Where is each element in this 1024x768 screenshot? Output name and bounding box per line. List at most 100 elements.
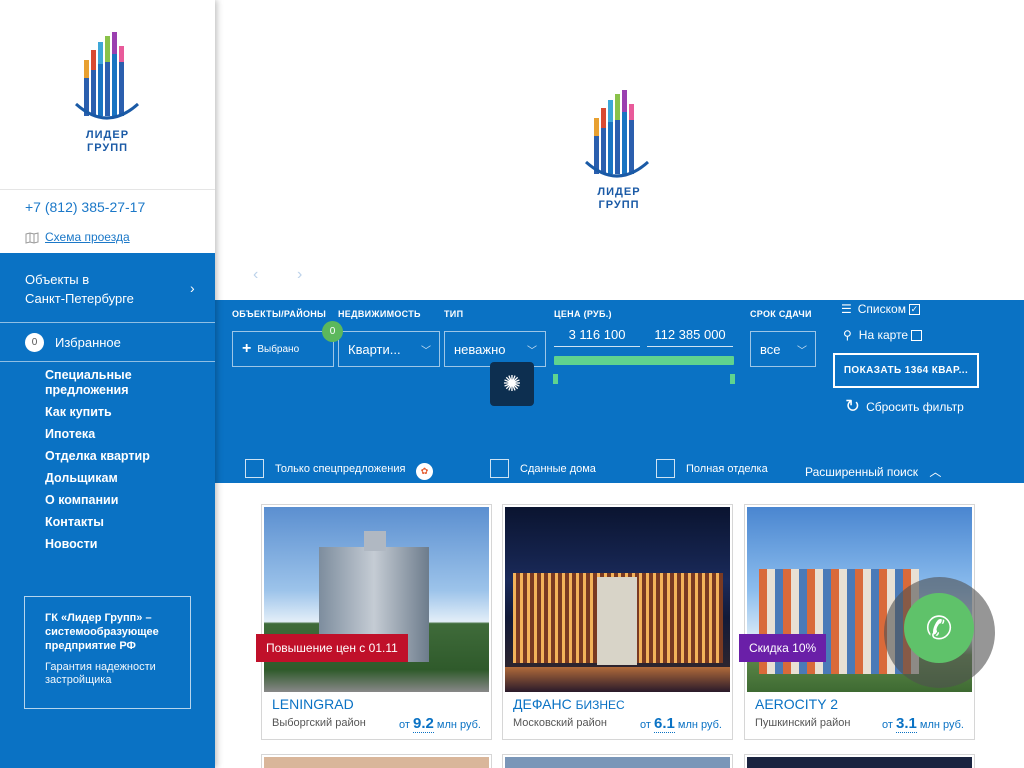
route-map-link[interactable]: Схема проезда: [25, 230, 130, 244]
menu-item-news[interactable]: Новости: [45, 537, 155, 552]
built-label[interactable]: Сданные дома: [520, 463, 596, 475]
objects-line1: Объекты в: [25, 272, 90, 287]
favorites-label: Избранное: [55, 335, 121, 350]
chevron-down-icon: ﹀: [527, 346, 537, 357]
sidebar: ЛИДЕР ГРУПП +7 (812) 385-27-17 Схема про…: [0, 0, 215, 768]
view-map-option[interactable]: ⚲ На карте: [843, 328, 923, 342]
search-filter-panel: ОБЪЕКТЫ/РАЙОНЫ НЕДВИЖИМОСТЬ ТИП ЦЕНА (РУ…: [215, 300, 1024, 483]
reset-filter-button[interactable]: ↻ Сбросить фильтр: [845, 396, 964, 417]
project-price: от 6.1 млн руб.: [640, 715, 722, 733]
project-district: Выборгский район: [272, 717, 366, 729]
deadline-select[interactable]: все ﹀: [750, 331, 816, 367]
price-slider-handle-min[interactable]: [553, 374, 558, 384]
project-title-suffix: БИЗНЕС: [575, 698, 625, 712]
phone-link[interactable]: +7 (812) 385-27-17: [25, 199, 145, 215]
menu-item-contacts[interactable]: Контакты: [45, 515, 155, 530]
price-slider-handle-max[interactable]: [730, 374, 735, 384]
advanced-search-toggle[interactable]: Расширенный поиск ︿: [805, 463, 941, 480]
label-realty: НЕДВИЖИМОСТЬ: [338, 309, 421, 319]
menu-item-shareholders[interactable]: Дольщикам: [45, 471, 155, 486]
price-unit: млн руб.: [919, 719, 964, 731]
price-unit: млн руб.: [677, 719, 722, 731]
price-prefix: от: [640, 719, 651, 731]
project-price: от 9.2 млн руб.: [399, 715, 481, 733]
price-range-slider[interactable]: [554, 356, 734, 365]
menu-item-about[interactable]: О компании: [45, 493, 155, 508]
project-district: Пушкинский район: [755, 717, 851, 729]
loading-spinner-icon: ✺: [490, 362, 534, 406]
project-card-defans[interactable]: ДЕФАНС БИЗНЕС Московский район от 6.1 мл…: [502, 504, 733, 740]
project-card[interactable]: [261, 754, 492, 768]
price-prefix: от: [882, 719, 893, 731]
deadline-select-value: все: [760, 341, 781, 357]
menu-item-finishing[interactable]: Отделка квартир: [45, 449, 155, 464]
reset-filter-label: Сбросить фильтр: [866, 399, 964, 414]
sidebar-menu: Специальные предложения Как купить Ипоте…: [45, 368, 155, 559]
callback-widget[interactable]: ✆: [884, 577, 995, 688]
price-unit: млн руб.: [436, 719, 481, 731]
favorites-count-badge: 0: [25, 333, 44, 352]
project-title: ДЕФАНС БИЗНЕС: [513, 696, 625, 712]
logo-text-line1: ЛИДЕР: [85, 129, 130, 141]
project-price: от 3.1 млн руб.: [882, 715, 964, 733]
type-select-value: неважно: [454, 341, 506, 357]
price-min-input[interactable]: 3 116 100: [554, 327, 640, 347]
banner-logo-line2: ГРУПП: [598, 199, 640, 211]
project-title: LENINGRAD: [272, 696, 354, 712]
promo-tag: Повышение цен с 01.11: [256, 634, 408, 662]
label-price: ЦЕНА (РУБ.): [554, 309, 612, 319]
project-image: [747, 757, 972, 768]
view-map-checkbox[interactable]: [911, 329, 923, 341]
advanced-search-label: Расширенный поиск: [805, 465, 918, 479]
list-icon: ☰: [841, 302, 852, 316]
route-map-label: Схема проезда: [45, 230, 130, 244]
info-title: ГК «Лидер Групп» – системообразующее пре…: [45, 612, 159, 652]
project-image: [264, 507, 489, 692]
label-type: ТИП: [444, 309, 464, 319]
divider: [0, 322, 215, 323]
menu-item-how-to-buy[interactable]: Как купить: [45, 405, 155, 420]
show-results-button[interactable]: ПОКАЗАТЬ 1364 КВАР...: [833, 353, 979, 388]
project-card[interactable]: [502, 754, 733, 768]
project-title-main: ДЕФАНС: [513, 696, 572, 712]
finish-label[interactable]: Полная отделка: [686, 463, 768, 475]
chevron-right-icon: ›: [190, 280, 195, 296]
map-pin-icon: ⚲: [843, 328, 852, 342]
sidebar-header: ЛИДЕР ГРУПП +7 (812) 385-27-17 Схема про…: [0, 0, 215, 253]
slider-prev-icon[interactable]: ‹: [253, 266, 258, 284]
price-max-input[interactable]: 112 385 000: [647, 327, 733, 347]
banner-logo: [584, 90, 650, 185]
realty-select[interactable]: Кварти... ﹀: [338, 331, 440, 367]
objects-spb-link[interactable]: Объекты в Санкт-Петербурге: [25, 270, 134, 308]
only-special-checkbox[interactable]: [245, 459, 264, 478]
phone-icon: ✆: [904, 593, 974, 663]
finish-checkbox[interactable]: [656, 459, 675, 478]
plus-icon: +: [242, 340, 252, 357]
project-card[interactable]: [744, 754, 975, 768]
chevron-up-icon: ︿: [929, 465, 942, 479]
price-value: 3.1: [895, 715, 917, 733]
banner-logo-line1: ЛИДЕР: [597, 186, 641, 198]
divider: [0, 189, 215, 190]
view-map-label: На карте: [858, 328, 909, 342]
menu-item-special[interactable]: Специальные предложения: [45, 368, 155, 398]
project-image: [264, 757, 489, 768]
project-image: [505, 507, 730, 692]
project-title: AEROCITY 2: [755, 696, 838, 712]
view-list-checkbox[interactable]: ✓: [908, 303, 920, 315]
slider-next-icon[interactable]: ›: [297, 266, 302, 284]
info-subtitle: Гарантия надежности застройщика: [45, 661, 156, 686]
project-card-leningrad[interactable]: Повышение цен с 01.11 LENINGRAD Выборгск…: [256, 504, 492, 740]
objects-select[interactable]: + Выбрано: [232, 331, 334, 367]
view-list-option[interactable]: ☰ Списком ✓: [841, 302, 920, 316]
project-image: [505, 757, 730, 768]
company-logo[interactable]: [74, 32, 140, 127]
menu-item-mortgage[interactable]: Ипотека: [45, 427, 155, 442]
built-checkbox[interactable]: [490, 459, 509, 478]
realty-select-value: Кварти...: [348, 341, 401, 357]
only-special-label[interactable]: Только спецпредложения: [275, 463, 405, 475]
company-info-box[interactable]: ГК «Лидер Групп» – системообразующее пре…: [24, 596, 191, 709]
favorites-link[interactable]: 0 Избранное: [25, 333, 121, 352]
objects-select-value: Выбрано: [257, 343, 300, 355]
project-district: Московский район: [513, 717, 607, 729]
